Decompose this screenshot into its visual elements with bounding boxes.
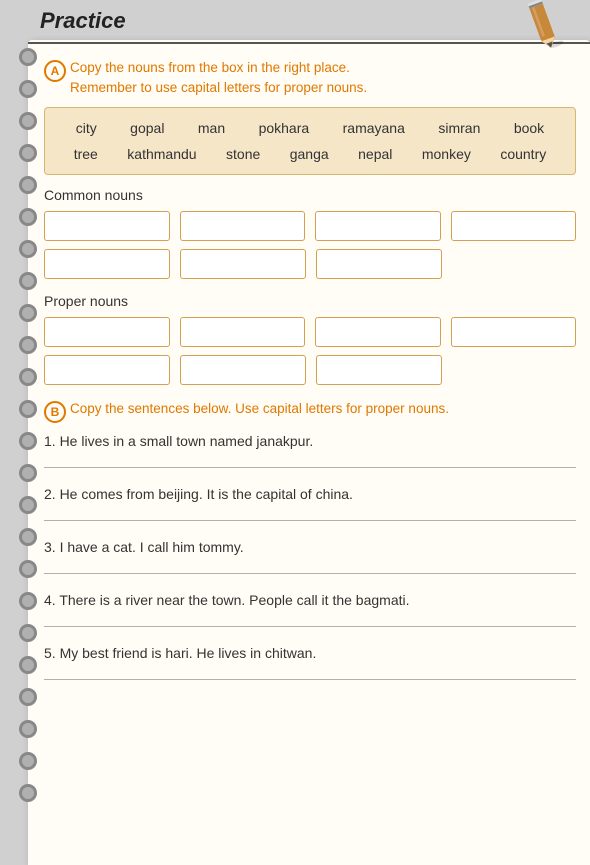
section-a-instruction: Copy the nouns from the box in the right… xyxy=(70,58,367,99)
ring xyxy=(19,176,37,194)
proper-noun-input-7[interactable] xyxy=(316,355,442,385)
sentence-line-1 xyxy=(44,467,576,468)
word-row-1: city gopal man pokhara ramayana simran b… xyxy=(59,118,561,138)
proper-nouns-section: Proper nouns xyxy=(44,293,576,385)
sentence-line-3 xyxy=(44,573,576,574)
ring xyxy=(19,208,37,226)
proper-nouns-row-2 xyxy=(44,355,576,385)
ring xyxy=(19,496,37,514)
sentence-line-2 xyxy=(44,520,576,521)
ring xyxy=(19,368,37,386)
ring xyxy=(19,528,37,546)
proper-noun-input-2[interactable] xyxy=(180,317,306,347)
ring xyxy=(19,656,37,674)
proper-noun-input-1[interactable] xyxy=(44,317,170,347)
spacer2 xyxy=(452,355,576,385)
proper-nouns-label: Proper nouns xyxy=(44,293,576,309)
sentence-block-3: 3. I have a cat. I call him tommy. xyxy=(44,539,576,574)
word-country: country xyxy=(492,144,554,164)
sentence-3: 3. I have a cat. I call him tommy. xyxy=(44,539,576,555)
proper-nouns-inputs xyxy=(44,317,576,385)
word-tree: tree xyxy=(66,144,106,164)
proper-nouns-row-1 xyxy=(44,317,576,347)
sentence-line-5 xyxy=(44,679,576,680)
ring xyxy=(19,240,37,258)
sentence-4: 4. There is a river near the town. Peopl… xyxy=(44,592,576,608)
ring xyxy=(19,400,37,418)
ring xyxy=(19,752,37,770)
word-city: city xyxy=(68,118,105,138)
ring xyxy=(19,272,37,290)
ring xyxy=(19,464,37,482)
ring xyxy=(19,80,37,98)
common-noun-input-7[interactable] xyxy=(316,249,442,279)
ring xyxy=(19,304,37,322)
sentence-5: 5. My best friend is hari. He lives in c… xyxy=(44,645,576,661)
sentence-block-4: 4. There is a river near the town. Peopl… xyxy=(44,592,576,627)
proper-noun-input-3[interactable] xyxy=(315,317,441,347)
spiral-rings xyxy=(14,40,42,865)
ring xyxy=(19,432,37,450)
common-noun-input-6[interactable] xyxy=(180,249,306,279)
section-a-header: A Copy the nouns from the box in the rig… xyxy=(44,58,576,99)
ring xyxy=(19,688,37,706)
common-noun-input-4[interactable] xyxy=(451,211,577,241)
common-nouns-row-1 xyxy=(44,211,576,241)
section-b-instruction: Copy the sentences below. Use capital le… xyxy=(70,399,449,419)
section-b-header: B Copy the sentences below. Use capital … xyxy=(44,399,576,423)
ring xyxy=(19,784,37,802)
proper-noun-input-5[interactable] xyxy=(44,355,170,385)
word-gopal: gopal xyxy=(122,118,172,138)
common-noun-input-1[interactable] xyxy=(44,211,170,241)
instruction-line1: Copy the nouns from the box in the right… xyxy=(70,60,350,75)
word-monkey: monkey xyxy=(414,144,479,164)
common-noun-input-5[interactable] xyxy=(44,249,170,279)
common-noun-input-3[interactable] xyxy=(315,211,441,241)
ring xyxy=(19,624,37,642)
sentence-1: 1. He lives in a small town named janakp… xyxy=(44,433,576,449)
title-underline xyxy=(28,42,590,44)
ring xyxy=(19,560,37,578)
section-a-label: A xyxy=(44,60,66,82)
sentence-2: 2. He comes from beijing. It is the capi… xyxy=(44,486,576,502)
common-nouns-row-2 xyxy=(44,249,576,279)
word-row-2: tree kathmandu stone ganga nepal monkey … xyxy=(59,144,561,164)
common-nouns-inputs xyxy=(44,211,576,279)
word-pokhara: pokhara xyxy=(251,118,318,138)
ring xyxy=(19,592,37,610)
sentence-block-5: 5. My best friend is hari. He lives in c… xyxy=(44,645,576,680)
instruction-line2: Remember to use capital letters for prop… xyxy=(70,80,367,95)
proper-noun-input-4[interactable] xyxy=(451,317,577,347)
common-noun-input-2[interactable] xyxy=(180,211,306,241)
word-ramayana: ramayana xyxy=(335,118,413,138)
ring xyxy=(19,720,37,738)
sentence-block-2: 2. He comes from beijing. It is the capi… xyxy=(44,486,576,521)
word-simran: simran xyxy=(430,118,488,138)
common-nouns-label: Common nouns xyxy=(44,187,576,203)
word-man: man xyxy=(190,118,233,138)
ring xyxy=(19,144,37,162)
sentence-line-4 xyxy=(44,626,576,627)
word-kathmandu: kathmandu xyxy=(119,144,204,164)
section-b-label: B xyxy=(44,401,66,423)
word-stone: stone xyxy=(218,144,268,164)
proper-noun-input-6[interactable] xyxy=(180,355,306,385)
word-nepal: nepal xyxy=(350,144,400,164)
main-content: A Copy the nouns from the box in the rig… xyxy=(40,50,580,706)
common-nouns-section: Common nouns xyxy=(44,187,576,279)
word-book: book xyxy=(506,118,552,138)
sentence-block-1: 1. He lives in a small town named janakp… xyxy=(44,433,576,468)
word-box: city gopal man pokhara ramayana simran b… xyxy=(44,107,576,175)
spacer xyxy=(452,249,576,279)
ring xyxy=(19,48,37,66)
word-ganga: ganga xyxy=(282,144,337,164)
ring xyxy=(19,112,37,130)
page-title: Practice xyxy=(40,8,126,34)
ring xyxy=(19,336,37,354)
